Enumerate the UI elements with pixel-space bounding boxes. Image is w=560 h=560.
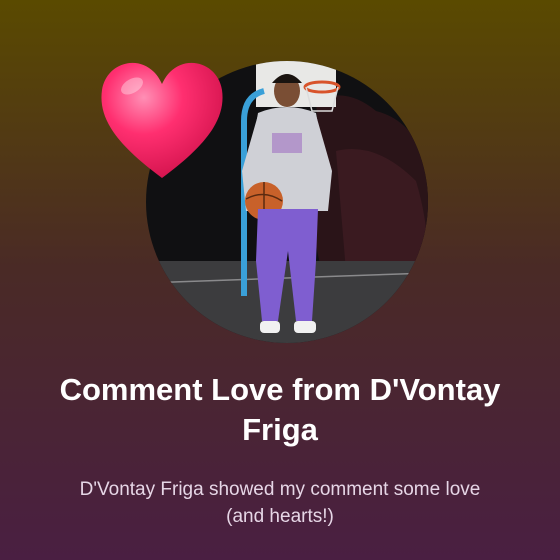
notification-message: D'Vontay Friga showed my comment some lo… [79,479,481,527]
notification-title: Comment Love from D'Vontay Friga [59,372,501,447]
heart-icon [101,62,223,178]
